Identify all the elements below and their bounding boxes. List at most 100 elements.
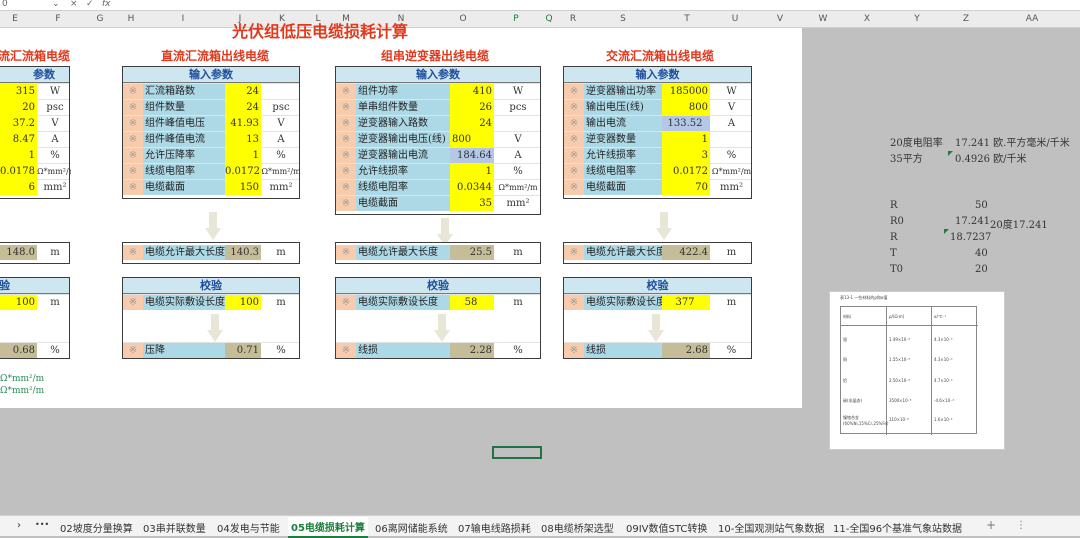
selected-cell[interactable] — [492, 446, 542, 459]
check-value[interactable]: 100 — [225, 295, 261, 310]
pic-cell: 1.6×10⁻⁴ — [934, 417, 953, 422]
input-value[interactable]: 6 — [0, 180, 37, 195]
unit-label: A — [51, 134, 59, 145]
check-icon[interactable]: ✓ — [86, 0, 94, 9]
input-value[interactable]: 24 — [225, 100, 261, 115]
col-header[interactable]: P — [513, 14, 518, 24]
col-header[interactable]: U — [732, 14, 739, 24]
sheet-tab[interactable]: 02坡度分量换算 — [60, 520, 133, 535]
pic-cell: 4.7×10⁻³ — [934, 378, 953, 383]
row-marker: ※ — [336, 84, 356, 99]
input-value[interactable]: 0.0344 — [450, 180, 494, 195]
unit-label: % — [50, 345, 60, 356]
param-label: 线缆电阻率 — [584, 164, 662, 179]
panel1-check-box: 验 100 m 0.68% — [0, 277, 70, 359]
input-value[interactable]: 20 — [0, 100, 37, 115]
panel1-header: 参数 — [0, 67, 69, 83]
cancel-icon[interactable]: × — [70, 0, 78, 9]
input-value[interactable]: 35 — [450, 196, 494, 211]
more-tabs-icon[interactable]: ••• — [35, 520, 49, 529]
input-value[interactable]: 26 — [450, 100, 494, 115]
check-value[interactable]: 377 — [662, 295, 710, 310]
unit-label: % — [513, 345, 523, 356]
input-value[interactable]: 410 — [450, 84, 494, 99]
input-value[interactable]: 41.93 — [225, 116, 261, 131]
col-header[interactable]: R — [570, 14, 576, 24]
input-value[interactable]: 800 — [450, 132, 494, 147]
row-marker: ※ — [564, 180, 584, 195]
row-marker: ※ — [564, 132, 584, 147]
input-value[interactable]: 13 — [225, 132, 261, 147]
input-value[interactable]: 800 — [662, 100, 710, 115]
col-header[interactable]: AA — [1026, 14, 1039, 24]
r-label: R — [890, 200, 898, 211]
panel3-result-box: ※ 电缆允许最大长度 25.5 m — [335, 242, 541, 264]
col-header[interactable]: I — [182, 14, 185, 24]
input-value[interactable]: 1 — [225, 148, 261, 163]
input-value[interactable]: 0.0172 — [662, 164, 710, 179]
sheet-tab[interactable]: 06离网储能系统 — [375, 520, 448, 535]
fx-icon[interactable]: fx — [102, 0, 111, 9]
name-box[interactable]: 0 — [2, 0, 8, 9]
input-value[interactable]: 8.47 — [0, 132, 37, 147]
sheet-tab[interactable]: 07输电线路损耗 — [458, 520, 531, 535]
col-header[interactable]: V — [777, 14, 783, 24]
input-value[interactable]: 315 — [0, 84, 37, 99]
pic-caption: 表13-1 一些材料的ρ和α值 — [840, 295, 888, 300]
sheet-tab[interactable]: 09IV数值STC转换 — [626, 520, 707, 535]
sheet-tab[interactable]: 08电缆桥架选型 — [541, 520, 614, 535]
input-value[interactable]: 3 — [662, 148, 710, 163]
param-label: 电缆截面 — [143, 180, 225, 195]
r0-note: 20度17.241 — [990, 220, 1048, 231]
input-value[interactable]: 184.64 — [450, 148, 494, 163]
col-header[interactable]: Q — [545, 14, 552, 24]
r-value: 50 — [975, 200, 988, 211]
col-header[interactable]: Z — [963, 14, 969, 24]
sheet-tab[interactable]: 10-全国观测站气象数据 — [718, 520, 824, 535]
col-header[interactable]: T — [684, 14, 690, 24]
pic-cell: 1.49×10⁻⁸ — [889, 337, 911, 342]
col-header[interactable]: S — [620, 14, 626, 24]
param-label: 线缆电阻率 — [356, 180, 450, 195]
embedded-table-image[interactable]: 表13-1 一些材料的ρ和α值 材料 ρ/(Ω·m) α/℃⁻¹ 银 1.49×… — [829, 291, 1005, 450]
more-options-icon[interactable]: ⋮ — [1016, 520, 1026, 531]
add-sheet-button[interactable]: + — [986, 518, 996, 532]
sheet-tab-active[interactable]: 05电缆损耗计算 — [288, 517, 368, 538]
input-value[interactable]: 0.0178 — [0, 164, 37, 179]
unit-label: Ω*mm²/m — [261, 167, 301, 176]
input-value[interactable]: 1 — [450, 164, 494, 179]
col-header[interactable]: H — [128, 14, 135, 24]
input-value[interactable]: 1 — [662, 132, 710, 147]
scroll-tabs-right-icon[interactable]: › — [17, 520, 21, 531]
col-header[interactable]: W — [819, 14, 828, 24]
row-marker: ※ — [123, 116, 143, 131]
param-label: 组件数量 — [143, 100, 225, 115]
col-header[interactable]: G — [97, 14, 104, 24]
input-value[interactable]: 24 — [225, 84, 261, 99]
param-label: 输出电压(线) — [584, 100, 662, 115]
sheet-tab[interactable]: 11-全国96个基准气象站数据 — [833, 520, 962, 535]
col-header[interactable]: X — [864, 14, 870, 24]
dropdown-icon[interactable]: ⌄ — [52, 0, 60, 9]
check-value[interactable]: 58 — [450, 295, 494, 310]
input-value[interactable]: 185000 — [662, 84, 710, 99]
input-value[interactable]: 150 — [225, 180, 261, 195]
col-header[interactable]: E — [12, 14, 18, 24]
sheet-area[interactable]: 光伏组低压电缆损耗计算 流汇流箱电缆 参数 315 W 20 psc 37.2 V 8… — [0, 22, 802, 408]
check-value[interactable]: 100 — [0, 295, 37, 310]
unit-label: m — [513, 297, 523, 308]
input-value[interactable]: 24 — [450, 116, 494, 131]
col-header[interactable]: F — [55, 14, 60, 24]
input-value[interactable]: 70 — [662, 180, 710, 195]
r2-value: 18.7237 — [950, 232, 992, 243]
unit-label — [261, 84, 301, 99]
col-header[interactable]: O — [459, 14, 466, 24]
sheet-tab[interactable]: 03串并联数量 — [143, 520, 206, 535]
note-35sq-label: 35平方 — [890, 154, 923, 165]
input-value[interactable]: 1 — [0, 148, 37, 163]
input-value[interactable]: 37.2 — [0, 116, 37, 131]
input-value[interactable]: 133.52 — [662, 116, 710, 131]
sheet-tab[interactable]: 04发电与节能 — [217, 520, 280, 535]
col-header[interactable]: Y — [914, 14, 920, 24]
input-value[interactable]: 0.0172 — [225, 164, 261, 179]
